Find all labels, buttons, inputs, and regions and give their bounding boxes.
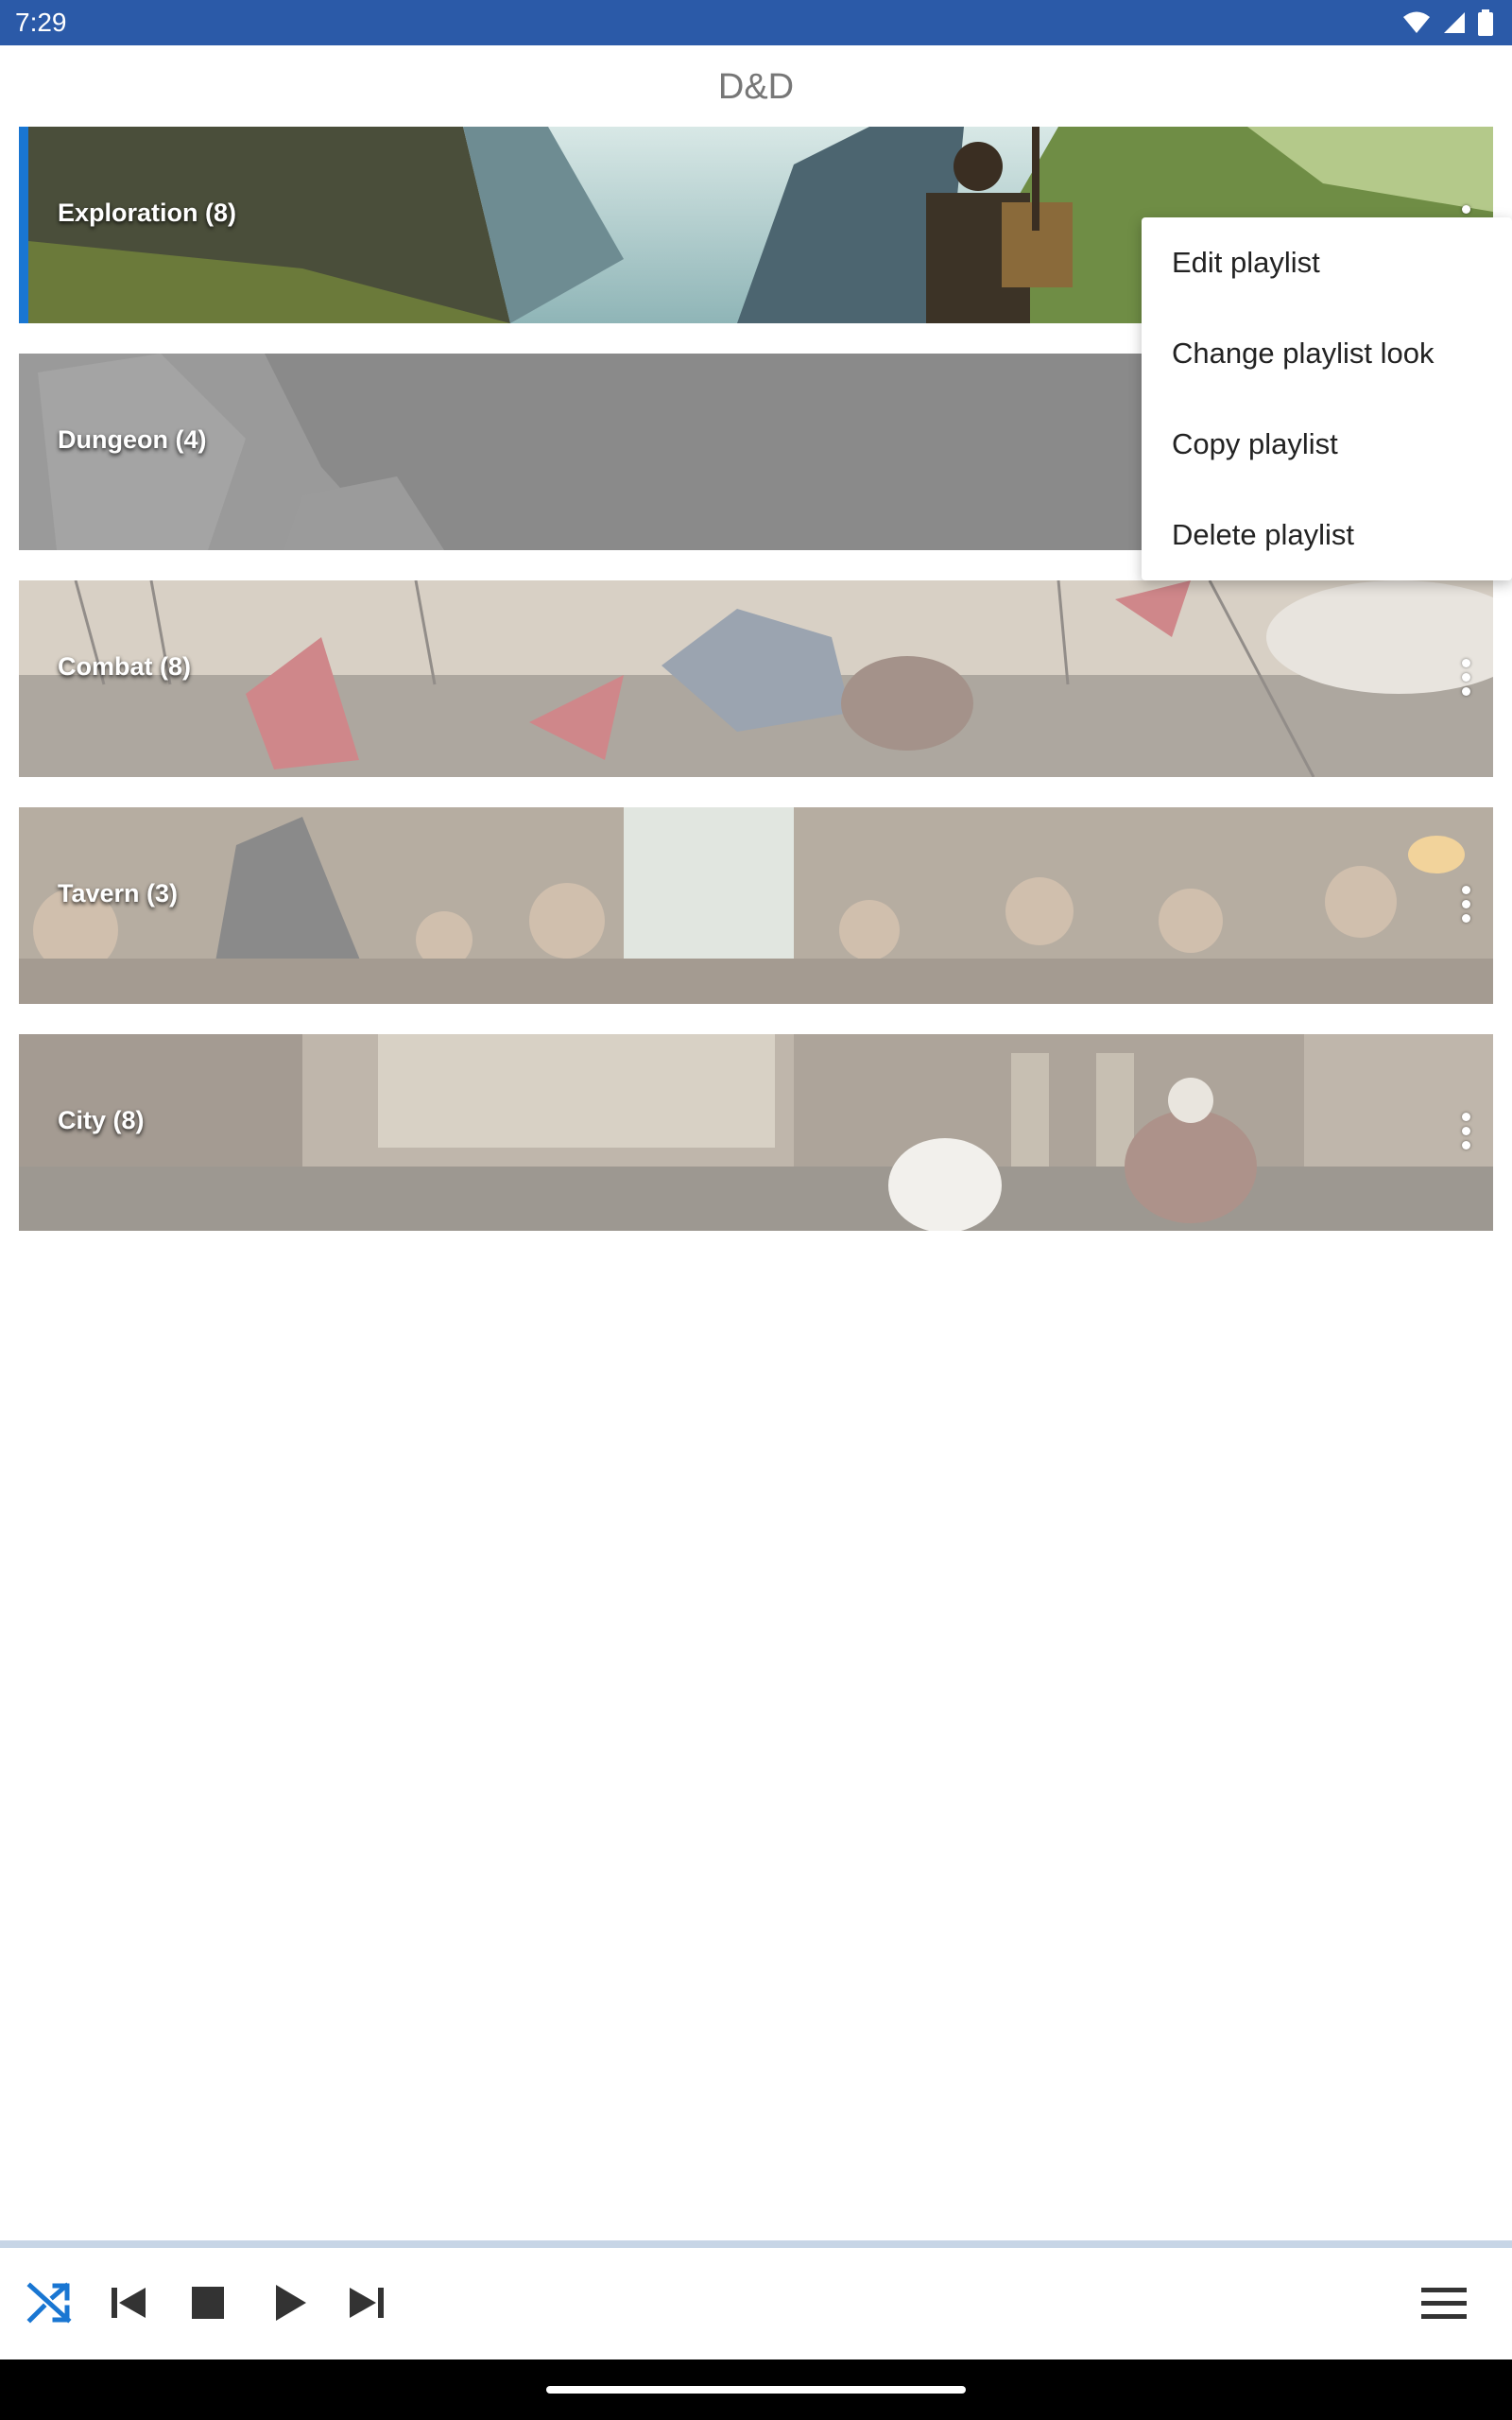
- selected-indicator: [19, 127, 28, 323]
- player-controls: [0, 2248, 1512, 2360]
- shuffle-icon[interactable]: [23, 2276, 76, 2329]
- menu-item-change-playlist-look[interactable]: Change playlist look: [1172, 308, 1493, 399]
- more-options-icon[interactable]: [1452, 639, 1480, 715]
- playlist-label: Exploration (8): [58, 199, 237, 227]
- playlist-card-combat[interactable]: Combat (8): [19, 580, 1493, 777]
- image-overlay: [19, 580, 1493, 777]
- battery-icon: [1478, 9, 1493, 36]
- more-options-icon[interactable]: [1452, 1093, 1480, 1168]
- playlist-label: Combat (8): [58, 652, 191, 681]
- status-bar: 7:29: [0, 0, 1512, 45]
- playlist-card-tavern[interactable]: Tavern (3): [19, 807, 1493, 1004]
- menu-item-delete-playlist[interactable]: Delete playlist: [1172, 490, 1493, 580]
- playlist-label: City (8): [58, 1106, 145, 1134]
- image-overlay: [19, 1034, 1493, 1231]
- stop-icon[interactable]: [181, 2276, 234, 2329]
- status-icons: [1402, 8, 1493, 38]
- signal-icon: [1444, 12, 1465, 33]
- skip-previous-icon[interactable]: [102, 2276, 155, 2329]
- menu-icon[interactable]: [1418, 2276, 1470, 2329]
- menu-item-edit-playlist[interactable]: Edit playlist: [1172, 217, 1493, 308]
- menu-item-copy-playlist[interactable]: Copy playlist: [1172, 399, 1493, 490]
- playlist-label: Tavern (3): [58, 879, 179, 908]
- playlist-context-menu: Edit playlist Change playlist look Copy …: [1142, 217, 1512, 580]
- play-icon[interactable]: [263, 2276, 316, 2329]
- wifi-icon: [1403, 11, 1430, 33]
- playlist-label: Dungeon (4): [58, 425, 207, 454]
- more-options-icon[interactable]: [1452, 866, 1480, 942]
- skip-next-icon[interactable]: [340, 2276, 393, 2329]
- playlist-card-city[interactable]: City (8): [19, 1034, 1493, 1231]
- status-time: 7:29: [15, 8, 67, 37]
- page-title: D&D: [717, 67, 795, 107]
- image-overlay: [19, 807, 1493, 1004]
- progress-bar[interactable]: [0, 2240, 1512, 2248]
- navigation-bar: [0, 2360, 1512, 2420]
- home-gesture-handle[interactable]: [546, 2386, 966, 2394]
